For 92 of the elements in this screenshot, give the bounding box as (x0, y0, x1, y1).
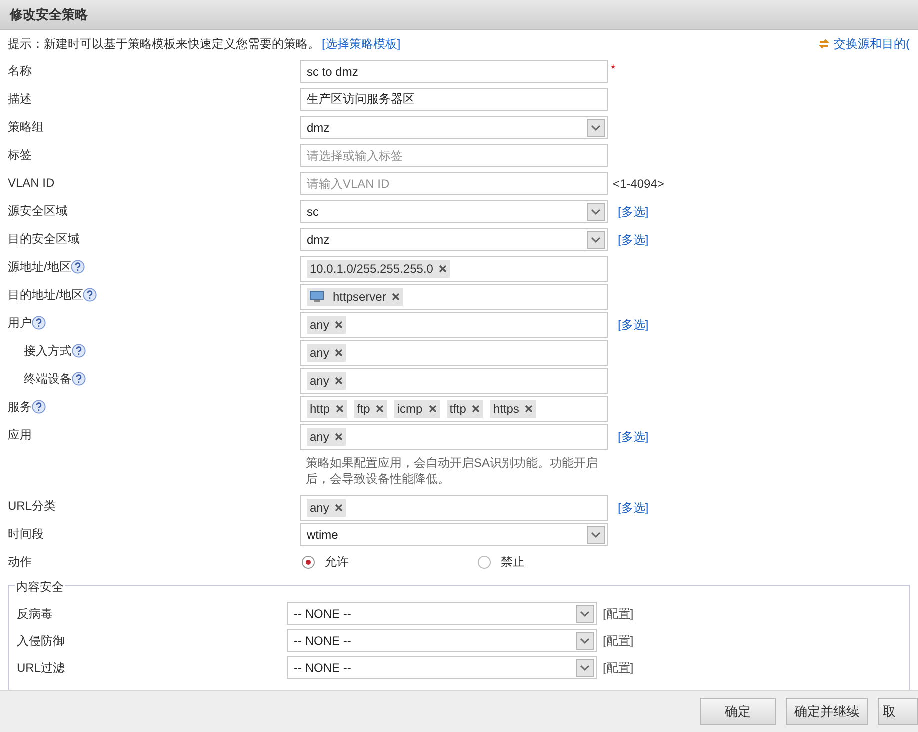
remove-icon[interactable] (335, 504, 344, 512)
text-field[interactable]: 请选择或输入标签 (300, 144, 608, 167)
tag-chip: ftp (354, 400, 388, 418)
config-link[interactable]: [配置] (603, 658, 634, 676)
remove-icon[interactable] (439, 265, 448, 273)
tag-chip: any (307, 316, 346, 334)
remove-icon[interactable] (335, 321, 344, 329)
remove-icon[interactable] (472, 405, 480, 413)
multi-select-link[interactable]: [多选] (618, 202, 649, 220)
tag-field[interactable]: any (300, 340, 608, 366)
tag-chip: icmp (394, 400, 440, 418)
field-label: 时间段 (8, 526, 44, 543)
field-label: 源地址/地区 (8, 259, 72, 276)
field-label: 终端设备 (24, 371, 72, 388)
dialog-button[interactable]: 取 (878, 698, 918, 725)
field-label: 应用 (8, 427, 32, 444)
field-label: 描述 (8, 91, 32, 108)
text-field[interactable]: sc to dmz (300, 60, 608, 83)
monitor-icon (310, 291, 324, 303)
hint-text: 提示：新建时可以基于策略模板来快速定义您需要的策略。 (8, 36, 320, 53)
config-link[interactable]: [配置] (603, 632, 634, 650)
note-text: 策略如果配置应用，会自动开启SA识别功能。功能开启后，会导致设备性能降低。 (305, 455, 600, 488)
tag-chip: 10.0.1.0/255.255.255.0 (307, 260, 450, 278)
field-label: 源安全区域 (8, 203, 68, 220)
select-field[interactable]: -- NONE -- (287, 629, 597, 652)
field-label: 目的地址/地区 (8, 287, 84, 304)
dialog-button[interactable]: 确定 (700, 698, 776, 725)
tag-field[interactable]: http ftp icmp tftp https (300, 396, 608, 422)
radio-option[interactable]: 禁止 (478, 553, 525, 571)
tag-chip: tftp (446, 400, 484, 418)
help-icon[interactable] (83, 288, 98, 302)
select-field[interactable]: dmz (300, 116, 608, 139)
select-field[interactable]: dmz (300, 228, 608, 251)
select-field[interactable]: wtime (300, 523, 608, 546)
field-label: URL分类 (8, 498, 56, 515)
help-icon[interactable] (71, 260, 86, 274)
tag-chip: any (307, 344, 346, 362)
field-label: 名称 (8, 63, 32, 80)
field-label: VLAN ID (8, 175, 55, 192)
remove-icon[interactable] (335, 377, 344, 385)
tag-field[interactable]: 10.0.1.0/255.255.255.0 (300, 256, 608, 282)
field-label: 反病毒 (16, 606, 54, 622)
template-link[interactable]: [选择策略模板] (322, 35, 401, 53)
multi-select-link[interactable]: [多选] (618, 316, 649, 334)
swap-icon (818, 38, 830, 50)
help-icon[interactable] (72, 372, 86, 386)
tag-chip: any (307, 372, 346, 390)
select-field[interactable]: -- NONE -- (287, 656, 597, 679)
tag-field[interactable]: any (300, 368, 608, 394)
dialog-button[interactable]: 确定并继续 (786, 698, 868, 725)
help-icon[interactable] (32, 316, 46, 330)
tag-field[interactable]: httpserver (300, 284, 608, 310)
remove-icon[interactable] (336, 405, 344, 413)
swap-link[interactable]: 交换源和目的( (834, 35, 910, 53)
text-field[interactable]: 生产区访问服务器区 (300, 88, 608, 111)
tag-chip: https (490, 400, 536, 418)
select-field[interactable]: -- NONE -- (287, 602, 597, 625)
field-label: 接入方式 (24, 343, 72, 360)
range-hint: <1-4094> (613, 176, 664, 192)
remove-icon[interactable] (335, 349, 344, 357)
tag-field[interactable]: any (300, 424, 608, 450)
radio-option[interactable]: 允许 (302, 553, 478, 571)
field-label: 入侵防御 (16, 632, 66, 650)
tag-chip: httpserver (307, 288, 404, 306)
field-label: 目的安全区域 (8, 231, 80, 248)
remove-icon[interactable] (428, 405, 437, 413)
field-label: 标签 (8, 147, 32, 164)
field-label: 服务 (8, 399, 32, 416)
config-link[interactable]: [配置] (603, 604, 634, 622)
multi-select-link[interactable]: [多选] (618, 428, 649, 446)
multi-select-link[interactable]: [多选] (618, 499, 649, 517)
tag-field[interactable]: any (300, 495, 608, 521)
text-field[interactable]: 请输入VLAN ID (300, 172, 608, 195)
tag-chip: any (307, 428, 346, 446)
select-field[interactable]: sc (300, 200, 608, 223)
remove-icon[interactable] (392, 293, 400, 301)
remove-icon[interactable] (525, 405, 534, 413)
field-label: URL过滤 (16, 660, 66, 676)
section-legend: 内容安全 (15, 578, 65, 596)
remove-icon[interactable] (335, 433, 344, 441)
required-mark: * (611, 61, 616, 78)
field-label: 策略组 (8, 119, 44, 136)
field-label: 用户 (8, 315, 32, 332)
help-icon[interactable] (72, 344, 86, 358)
tag-field[interactable]: any (300, 312, 608, 338)
tag-chip: any (307, 499, 346, 517)
window-title: 修改安全策略 (10, 6, 88, 24)
help-icon[interactable] (32, 400, 46, 414)
tag-chip: http (307, 400, 348, 418)
field-label: 动作 (8, 554, 32, 571)
remove-icon[interactable] (376, 405, 384, 413)
multi-select-link[interactable]: [多选] (618, 230, 649, 248)
